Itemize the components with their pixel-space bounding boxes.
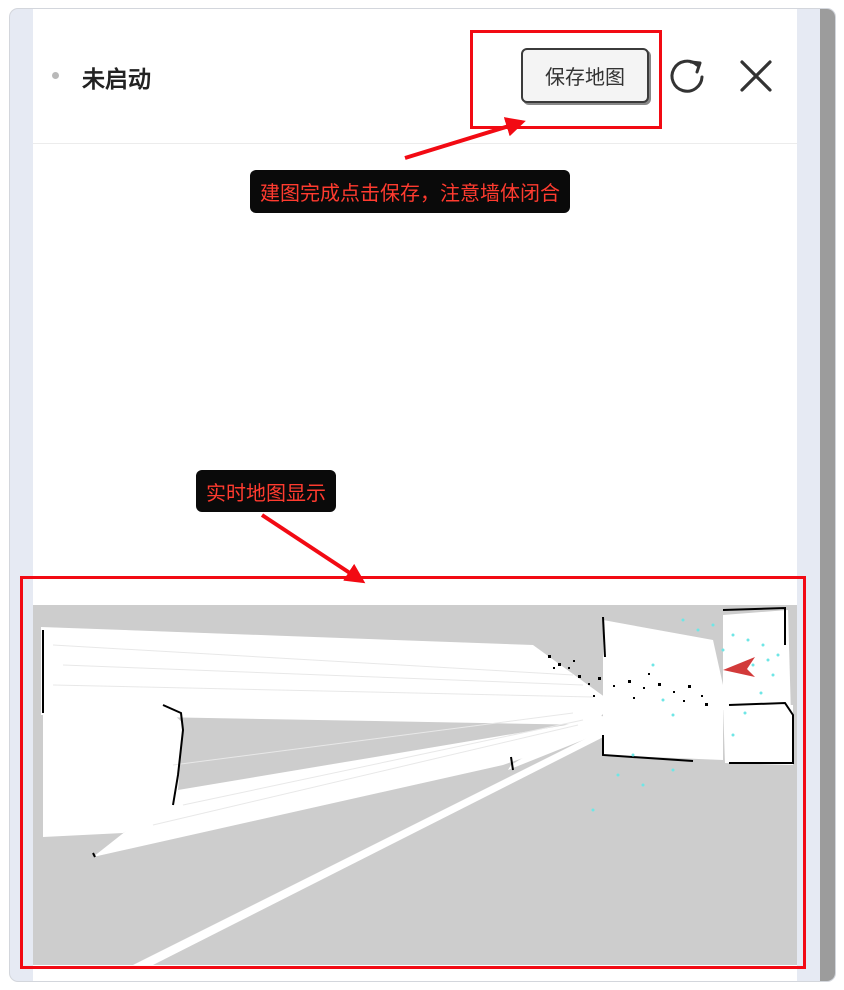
save-button-highlight (470, 30, 662, 129)
status-text: 未启动 (82, 67, 151, 93)
device-edge (820, 9, 835, 981)
refresh-icon[interactable] (664, 53, 710, 99)
map-highlight (20, 576, 806, 969)
save-tip-label: 建图完成点击保存，注意墙体闭合 (250, 170, 570, 213)
map-tip-label: 实时地图显示 (196, 470, 336, 512)
close-icon[interactable] (734, 54, 778, 98)
status-dot-icon (52, 72, 59, 79)
